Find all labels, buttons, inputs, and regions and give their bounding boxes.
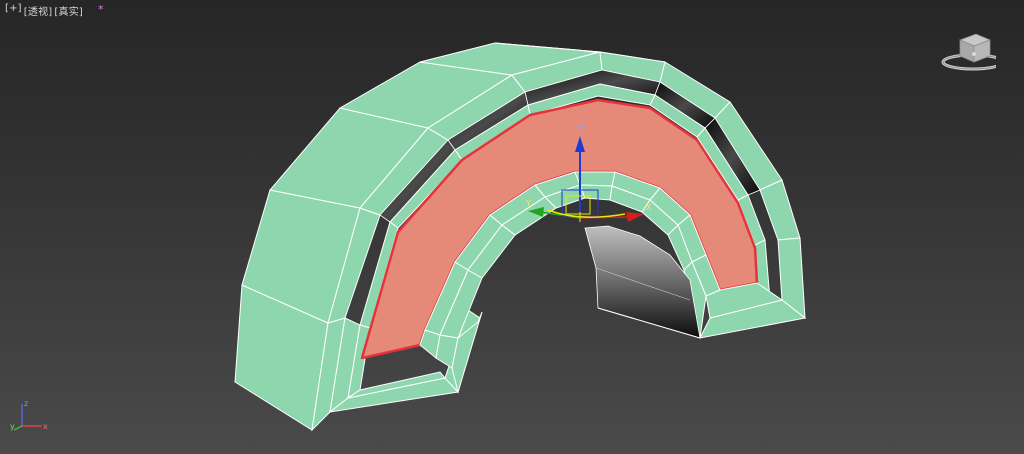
viewport-label-bar: [+] [透视] [真实] * bbox=[4, 3, 104, 18]
gizmo-x-label: X bbox=[646, 203, 652, 212]
gizmo-y-label: Y bbox=[525, 199, 531, 208]
arch-mesh-scene[interactable]: Z X Y bbox=[0, 0, 1024, 454]
viewcube-icon[interactable] bbox=[940, 30, 1005, 76]
tripod-x-label: x bbox=[43, 422, 48, 431]
axis-tripod-icon: z x y bbox=[10, 398, 52, 434]
gizmo-z-label: Z bbox=[578, 125, 584, 134]
viewport-modified-star: * bbox=[98, 3, 104, 16]
viewport-view-label[interactable]: [透视] bbox=[23, 3, 54, 18]
viewport-shading-label[interactable]: [真实] bbox=[53, 3, 84, 18]
gizmo-x-arrow-icon[interactable] bbox=[626, 212, 644, 222]
tripod-z-label: z bbox=[24, 399, 28, 408]
tripod-y-label: y bbox=[10, 422, 15, 431]
viewport-menu-plus[interactable]: [+] bbox=[4, 3, 23, 18]
perspective-viewport[interactable]: [+] [透视] [真实] * Z X Y z x y bbox=[0, 0, 1024, 454]
